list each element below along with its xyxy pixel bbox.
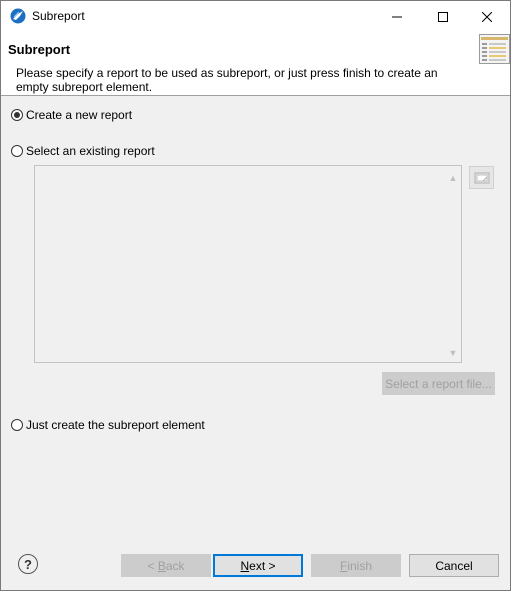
browse-workspace-button[interactable] bbox=[469, 166, 494, 189]
cancel-label: Cancel bbox=[435, 558, 473, 573]
minimize-icon bbox=[392, 16, 402, 17]
wizard-header: Subreport Please specify a report to be … bbox=[1, 32, 510, 96]
next-label-rest: ext > bbox=[249, 558, 276, 573]
scroll-down-arrow-icon[interactable]: ▼ bbox=[446, 346, 460, 360]
title-bar: Subreport bbox=[1, 1, 510, 32]
create-new-report-radio[interactable]: Create a new report bbox=[11, 108, 132, 122]
page-title: Subreport bbox=[8, 42, 71, 57]
radio-unchecked-indicator[interactable] bbox=[11, 419, 23, 431]
select-report-file-button[interactable]: Select a report file... bbox=[382, 372, 495, 395]
select-existing-report-label: Select an existing report bbox=[26, 144, 155, 158]
finish-button[interactable]: Finish bbox=[311, 554, 401, 577]
minimize-button[interactable] bbox=[374, 1, 420, 32]
create-new-report-label: Create a new report bbox=[26, 108, 133, 122]
finish-label-rest: inish bbox=[347, 558, 373, 573]
back-button[interactable]: < Back bbox=[121, 554, 211, 577]
existing-report-list[interactable]: ▲ ▼ bbox=[34, 165, 462, 363]
dialog-window: Subreport Subreport Please specify a rep… bbox=[0, 0, 511, 591]
maximize-button[interactable] bbox=[420, 1, 466, 32]
next-button[interactable]: Next > bbox=[213, 554, 303, 577]
radio-unchecked-indicator[interactable] bbox=[11, 145, 23, 157]
close-icon bbox=[482, 11, 492, 22]
workspace-browse-icon bbox=[474, 172, 489, 183]
finish-label-mnemonic: F bbox=[339, 558, 348, 573]
window-title: Subreport bbox=[32, 9, 85, 23]
select-report-file-label: Select a report file... bbox=[385, 376, 492, 391]
radio-checked-indicator[interactable] bbox=[11, 109, 23, 121]
back-label-rest: ack bbox=[165, 558, 185, 573]
subreport-wizard-banner-icon bbox=[479, 34, 510, 64]
cancel-button[interactable]: Cancel bbox=[409, 554, 499, 577]
jaspersoft-bird-icon bbox=[10, 8, 26, 24]
page-description: Please specify a report to be used as su… bbox=[16, 66, 438, 94]
scroll-up-arrow-icon[interactable]: ▲ bbox=[446, 171, 460, 185]
help-icon[interactable]: ? bbox=[18, 554, 38, 574]
just-create-subreport-radio[interactable]: Just create the subreport element bbox=[11, 418, 205, 432]
close-button[interactable] bbox=[464, 1, 510, 32]
just-create-subreport-label: Just create the subreport element bbox=[26, 418, 205, 432]
back-label-prefix: < bbox=[147, 558, 158, 573]
back-label-mnemonic: B bbox=[157, 558, 166, 573]
next-label-mnemonic: N bbox=[240, 558, 250, 573]
maximize-icon bbox=[438, 11, 448, 22]
select-existing-report-radio[interactable]: Select an existing report bbox=[11, 144, 155, 158]
